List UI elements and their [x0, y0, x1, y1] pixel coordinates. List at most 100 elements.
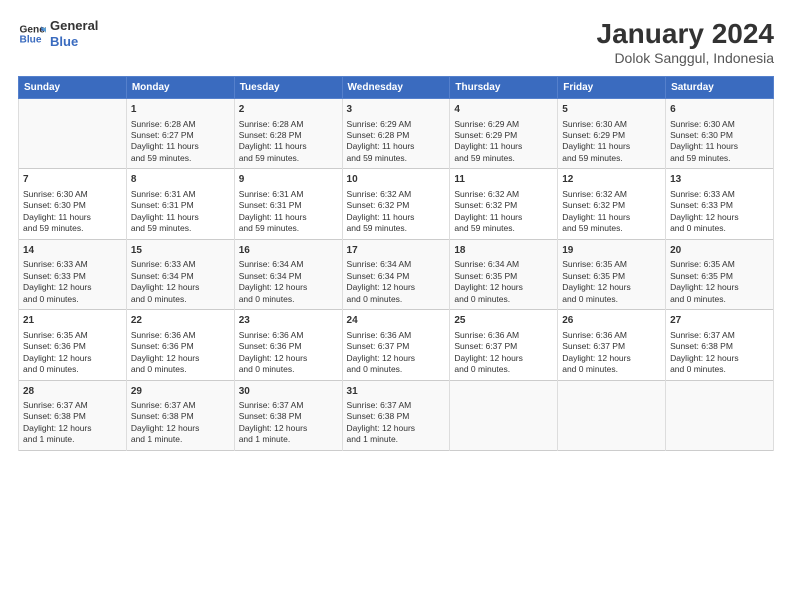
day-number: 21 — [23, 314, 122, 328]
cell-info-line: Sunrise: 6:28 AM — [239, 119, 338, 130]
cell-info-line: Daylight: 11 hours — [562, 141, 661, 152]
cell-w0-d6: 6Sunrise: 6:30 AMSunset: 6:30 PMDaylight… — [666, 99, 774, 169]
logo-general: General — [50, 18, 98, 34]
cell-info-line: Daylight: 11 hours — [454, 141, 553, 152]
day-number: 10 — [347, 173, 446, 187]
cell-w1-d2: 9Sunrise: 6:31 AMSunset: 6:31 PMDaylight… — [234, 169, 342, 239]
cell-info-line: Sunrise: 6:34 AM — [239, 259, 338, 270]
cell-info-line: Daylight: 11 hours — [454, 212, 553, 223]
cell-info-line: and 0 minutes. — [239, 294, 338, 305]
cell-info-line: Daylight: 12 hours — [454, 353, 553, 364]
cell-w2-d2: 16Sunrise: 6:34 AMSunset: 6:34 PMDayligh… — [234, 239, 342, 309]
week-row-1: 7Sunrise: 6:30 AMSunset: 6:30 PMDaylight… — [19, 169, 774, 239]
header: General Blue General Blue January 2024 D… — [18, 18, 774, 66]
logo-blue: Blue — [50, 34, 98, 50]
cell-info-line: Sunrise: 6:29 AM — [347, 119, 446, 130]
main-title: January 2024 — [597, 18, 774, 50]
cell-info-line: and 0 minutes. — [670, 294, 769, 305]
cell-info-line: and 0 minutes. — [347, 364, 446, 375]
cell-info-line: and 0 minutes. — [347, 294, 446, 305]
week-row-0: 1Sunrise: 6:28 AMSunset: 6:27 PMDaylight… — [19, 99, 774, 169]
cell-info-line: and 59 minutes. — [454, 153, 553, 164]
cell-w2-d4: 18Sunrise: 6:34 AMSunset: 6:35 PMDayligh… — [450, 239, 558, 309]
cell-info-line: Sunrise: 6:30 AM — [562, 119, 661, 130]
cell-w3-d4: 25Sunrise: 6:36 AMSunset: 6:37 PMDayligh… — [450, 310, 558, 380]
cell-info-line: and 59 minutes. — [347, 223, 446, 234]
col-tuesday: Tuesday — [234, 77, 342, 99]
cell-info-line: Daylight: 12 hours — [670, 353, 769, 364]
cell-info-line: Sunset: 6:30 PM — [670, 130, 769, 141]
cell-info-line: and 59 minutes. — [23, 223, 122, 234]
cell-info-line: Daylight: 12 hours — [239, 353, 338, 364]
cell-w4-d3: 31Sunrise: 6:37 AMSunset: 6:38 PMDayligh… — [342, 380, 450, 450]
cell-info-line: Sunrise: 6:37 AM — [131, 400, 230, 411]
cell-info-line: Sunset: 6:30 PM — [23, 200, 122, 211]
cell-info-line: and 1 minute. — [347, 434, 446, 445]
cell-info-line: Daylight: 11 hours — [670, 141, 769, 152]
week-row-3: 21Sunrise: 6:35 AMSunset: 6:36 PMDayligh… — [19, 310, 774, 380]
cell-info-line: Sunrise: 6:32 AM — [562, 189, 661, 200]
day-number: 17 — [347, 244, 446, 258]
day-number: 23 — [239, 314, 338, 328]
cell-info-line: Daylight: 12 hours — [670, 212, 769, 223]
cell-w2-d0: 14Sunrise: 6:33 AMSunset: 6:33 PMDayligh… — [19, 239, 127, 309]
day-number: 11 — [454, 173, 553, 187]
cell-info-line: Sunset: 6:38 PM — [131, 411, 230, 422]
cell-w1-d0: 7Sunrise: 6:30 AMSunset: 6:30 PMDaylight… — [19, 169, 127, 239]
cell-info-line: Sunrise: 6:37 AM — [239, 400, 338, 411]
cell-info-line: Sunset: 6:29 PM — [454, 130, 553, 141]
cell-w3-d1: 22Sunrise: 6:36 AMSunset: 6:36 PMDayligh… — [126, 310, 234, 380]
cell-info-line: and 0 minutes. — [131, 294, 230, 305]
cell-info-line: Daylight: 12 hours — [131, 353, 230, 364]
cell-info-line: Sunrise: 6:34 AM — [454, 259, 553, 270]
cell-info-line: Sunrise: 6:33 AM — [670, 189, 769, 200]
cell-info-line: Sunrise: 6:30 AM — [670, 119, 769, 130]
cell-w3-d0: 21Sunrise: 6:35 AMSunset: 6:36 PMDayligh… — [19, 310, 127, 380]
cell-info-line: Sunrise: 6:36 AM — [239, 330, 338, 341]
cell-info-line: Sunset: 6:38 PM — [23, 411, 122, 422]
logo: General Blue General Blue — [18, 18, 98, 49]
cell-info-line: Sunrise: 6:36 AM — [131, 330, 230, 341]
cell-info-line: and 59 minutes. — [562, 153, 661, 164]
cell-info-line: and 0 minutes. — [562, 364, 661, 375]
cell-info-line: and 59 minutes. — [562, 223, 661, 234]
day-number: 5 — [562, 103, 661, 117]
cell-info-line: Sunrise: 6:37 AM — [670, 330, 769, 341]
cell-w4-d2: 30Sunrise: 6:37 AMSunset: 6:38 PMDayligh… — [234, 380, 342, 450]
cell-info-line: Daylight: 12 hours — [347, 282, 446, 293]
cell-w4-d0: 28Sunrise: 6:37 AMSunset: 6:38 PMDayligh… — [19, 380, 127, 450]
cell-info-line: Sunset: 6:37 PM — [347, 341, 446, 352]
page: General Blue General Blue January 2024 D… — [0, 0, 792, 612]
col-saturday: Saturday — [666, 77, 774, 99]
cell-info-line: Sunrise: 6:35 AM — [562, 259, 661, 270]
day-number: 20 — [670, 244, 769, 258]
col-friday: Friday — [558, 77, 666, 99]
cell-info-line: and 59 minutes. — [347, 153, 446, 164]
cell-info-line: and 0 minutes. — [23, 294, 122, 305]
day-number: 27 — [670, 314, 769, 328]
cell-w1-d5: 12Sunrise: 6:32 AMSunset: 6:32 PMDayligh… — [558, 169, 666, 239]
cell-w4-d4 — [450, 380, 558, 450]
cell-w2-d5: 19Sunrise: 6:35 AMSunset: 6:35 PMDayligh… — [558, 239, 666, 309]
cell-info-line: Sunrise: 6:37 AM — [23, 400, 122, 411]
cell-info-line: Sunset: 6:36 PM — [239, 341, 338, 352]
cell-info-line: Sunrise: 6:32 AM — [347, 189, 446, 200]
col-sunday: Sunday — [19, 77, 127, 99]
day-number: 19 — [562, 244, 661, 258]
cell-info-line: and 0 minutes. — [23, 364, 122, 375]
cell-info-line: Sunrise: 6:31 AM — [239, 189, 338, 200]
day-number: 29 — [131, 385, 230, 399]
day-number: 2 — [239, 103, 338, 117]
calendar-table: Sunday Monday Tuesday Wednesday Thursday… — [18, 76, 774, 451]
cell-info-line: Daylight: 11 hours — [239, 141, 338, 152]
cell-info-line: Daylight: 12 hours — [454, 282, 553, 293]
cell-info-line: Daylight: 11 hours — [23, 212, 122, 223]
cell-info-line: Daylight: 11 hours — [131, 141, 230, 152]
logo-icon: General Blue — [18, 20, 46, 48]
cell-info-line: Sunrise: 6:33 AM — [23, 259, 122, 270]
cell-info-line: Sunset: 6:36 PM — [23, 341, 122, 352]
cell-info-line: Daylight: 12 hours — [239, 423, 338, 434]
day-number: 26 — [562, 314, 661, 328]
day-number: 3 — [347, 103, 446, 117]
cell-info-line: and 0 minutes. — [670, 223, 769, 234]
